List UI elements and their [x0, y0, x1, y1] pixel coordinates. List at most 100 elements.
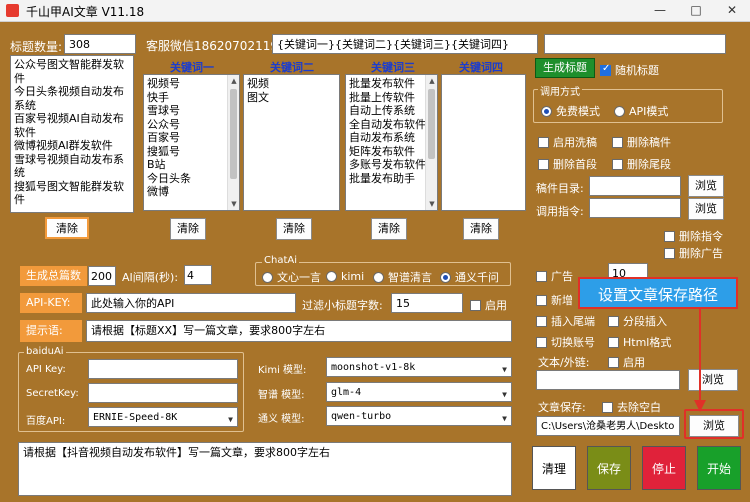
zhipu-model-select[interactable]: glm-4 ▼ — [326, 382, 512, 402]
maximize-button[interactable]: □ — [678, 0, 714, 22]
add-checkbox[interactable]: 新增 — [536, 292, 573, 308]
random-title-checkbox[interactable]: 随机标题 — [600, 62, 659, 78]
clear-keyword4-button[interactable]: 清除 — [463, 218, 499, 240]
keyword-list-item[interactable]: 自动上传系统 — [349, 104, 434, 118]
keyword-list-item[interactable]: 公众号 — [147, 118, 236, 132]
keyword-list-item[interactable]: 全自动发布软件 — [349, 118, 434, 132]
api-key-input[interactable]: 此处输入你的API — [86, 293, 296, 313]
delete-command-checkbox[interactable]: 删除指令 — [664, 228, 723, 244]
extra-input[interactable] — [544, 34, 726, 54]
switch-account-checkbox[interactable]: 切换账号 — [536, 334, 595, 350]
titles-listbox[interactable]: 公众号图文智能群发软件今日头条视频自动发布 系统 百家号视频AI自动发布 软件 微博视频… — [10, 55, 134, 213]
remove-blank-checkbox[interactable]: 去除空白 — [602, 399, 661, 415]
delete-first-checkbox[interactable]: 删除首段 — [538, 156, 597, 172]
keyword4-listbox[interactable] — [441, 74, 526, 211]
delete-ad-checkbox[interactable]: 删除广告 — [664, 245, 723, 261]
keyword-list-item[interactable]: 微博 — [147, 185, 236, 199]
free-mode-radio[interactable]: 免费模式 — [541, 103, 600, 119]
keyword1-scrollbar[interactable]: ▲ ▼ — [227, 75, 239, 210]
title-list-item[interactable]: 软件 — [14, 126, 130, 140]
keyword-list-item[interactable]: 自动发布系统 — [349, 131, 434, 145]
clear-keyword2-button[interactable]: 清除 — [276, 218, 312, 240]
wash-checkbox[interactable]: 启用洗稿 — [538, 134, 597, 150]
text-link-enable-checkbox[interactable]: 启用 — [608, 354, 645, 370]
baidu-api-select[interactable]: ERNIE-Speed-8K ▼ — [88, 407, 238, 427]
api-mode-radio[interactable]: API模式 — [614, 103, 668, 119]
title-list-item[interactable]: 微博视频AI群发软件 — [14, 139, 130, 153]
keyword-list-item[interactable]: 视频 — [247, 77, 336, 91]
command-input[interactable] — [589, 198, 681, 218]
clean-button[interactable]: 清理 — [532, 446, 576, 490]
filter-subtitle-label: 过滤小标题字数: — [302, 299, 383, 312]
chatai-wenxin-radio[interactable]: 文心一言 — [262, 269, 321, 285]
keyword-list-item[interactable]: 雪球号 — [147, 104, 236, 118]
filter-subtitle-input[interactable]: 15 — [391, 293, 463, 313]
keyword-list-item[interactable]: 多账号发布软件 — [349, 158, 434, 172]
clear-titles-button[interactable]: 清除 — [45, 217, 89, 239]
keyword-list-item[interactable]: 图文 — [247, 91, 336, 105]
keyword-list-item[interactable]: 矩阵发布软件 — [349, 145, 434, 159]
interval-input[interactable]: 4 — [184, 265, 212, 285]
start-button[interactable]: 开始 — [697, 446, 741, 490]
chatai-tongyi-radio[interactable]: 通义千问 — [440, 269, 499, 285]
keyword-template-input[interactable]: {关键词一}{关键词二}{关键词三}{关键词四} — [272, 34, 538, 54]
draft-dir-input[interactable] — [589, 176, 681, 196]
minimize-button[interactable]: — — [642, 0, 678, 22]
title-list-item[interactable]: 百家号视频AI自动发布 — [14, 112, 130, 126]
clear-keyword3-button[interactable]: 清除 — [371, 218, 407, 240]
total-count-input[interactable]: 200 — [88, 266, 116, 286]
delete-draft-checkbox[interactable]: 删除稿件 — [612, 134, 671, 150]
tongyi-model-select[interactable]: qwen-turbo ▼ — [326, 406, 512, 426]
filter-enable-checkbox[interactable]: 启用 — [470, 297, 507, 313]
keyword-list-item[interactable]: 快手 — [147, 91, 236, 105]
baidu-secret-input[interactable] — [88, 383, 238, 403]
baidu-apikey-input[interactable] — [88, 359, 238, 379]
keyword-list-item[interactable]: 今日头条 — [147, 172, 236, 186]
delete-last-checkbox[interactable]: 删除尾段 — [612, 156, 671, 172]
prompt-input[interactable]: 请根据【标题XX】写一篇文章，要求800字左右 — [86, 320, 512, 342]
keyword-list-item[interactable]: B站 — [147, 158, 236, 172]
keyword-list-item[interactable]: 批量发布助手 — [349, 172, 434, 186]
chatai-title: ChatAi — [262, 255, 299, 266]
title-list-item[interactable]: 系统 — [14, 99, 130, 113]
keyword3-listbox[interactable]: 批量发布软件 批量上传软件 自动上传系统 全自动发布软件 自动发布系统 矩阵发布软件 多账号… — [345, 74, 438, 211]
text-link-enable-label: 启用 — [623, 356, 645, 369]
insert-tail-checkbox[interactable]: 插入尾端 — [536, 313, 595, 329]
save-path-input[interactable]: C:\Users\沧桑老男人\Deskto — [536, 416, 680, 436]
segment-insert-checkbox[interactable]: 分段插入 — [608, 313, 667, 329]
clear-keyword1-button[interactable]: 清除 — [170, 218, 206, 240]
keyword1-listbox[interactable]: 视频号 快手 雪球号 公众号 百家号 搜狐号 B站 今日头条 微博 ▲ ▼ — [143, 74, 240, 211]
title-list-item[interactable]: 统 — [14, 166, 130, 180]
chatai-zhipu-label: 智谱清言 — [388, 271, 432, 284]
title-list-item[interactable]: 今日头条视频自动发布 — [14, 85, 130, 99]
ad-checkbox[interactable]: 广告 — [536, 268, 573, 284]
delete-draft-label: 删除稿件 — [627, 136, 671, 149]
keyword3-scrollbar[interactable]: ▲ ▼ — [425, 75, 437, 210]
command-browse-button[interactable]: 浏览 — [688, 198, 724, 220]
title-list-item[interactable]: 件 — [14, 193, 130, 207]
keyword-list-item[interactable]: 视频号 — [147, 77, 236, 91]
keyword-list-item[interactable]: 批量发布软件 — [349, 77, 434, 91]
keyword2-listbox[interactable]: 视频 图文 — [243, 74, 340, 211]
bottom-prompt-textarea[interactable]: 请根据【抖音视频自动发布软件】写一篇文章，要求800字左右 — [18, 442, 512, 496]
chatai-kimi-radio[interactable]: kimi — [326, 269, 364, 283]
close-button[interactable]: ✕ — [714, 0, 750, 22]
generate-title-button[interactable]: 生成标题 — [535, 58, 595, 78]
draft-dir-browse-button[interactable]: 浏览 — [688, 175, 724, 197]
keyword-list-item[interactable]: 百家号 — [147, 131, 236, 145]
service-wechat: 客服微信18620702119 — [146, 39, 278, 53]
title-list-item[interactable]: 件 — [14, 72, 130, 86]
title-count-input[interactable]: 308 — [64, 34, 136, 54]
title-list-item[interactable]: 公众号图文智能群发软 — [14, 58, 130, 72]
text-link-input[interactable] — [536, 370, 680, 390]
save-browse-button[interactable]: 浏览 — [689, 415, 739, 437]
stop-button[interactable]: 停止 — [642, 446, 686, 490]
chatai-zhipu-radio[interactable]: 智谱清言 — [373, 269, 432, 285]
title-list-item[interactable]: 雪球号视频自动发布系 — [14, 153, 130, 167]
keyword-list-item[interactable]: 批量上传软件 — [349, 91, 434, 105]
title-list-item[interactable]: 搜狐号图文智能群发软 — [14, 180, 130, 194]
keyword-list-item[interactable]: 搜狐号 — [147, 145, 236, 159]
kimi-model-select[interactable]: moonshot-v1-8k ▼ — [326, 357, 512, 377]
html-format-checkbox[interactable]: Html格式 — [608, 334, 671, 350]
save-button[interactable]: 保存 — [587, 446, 631, 490]
